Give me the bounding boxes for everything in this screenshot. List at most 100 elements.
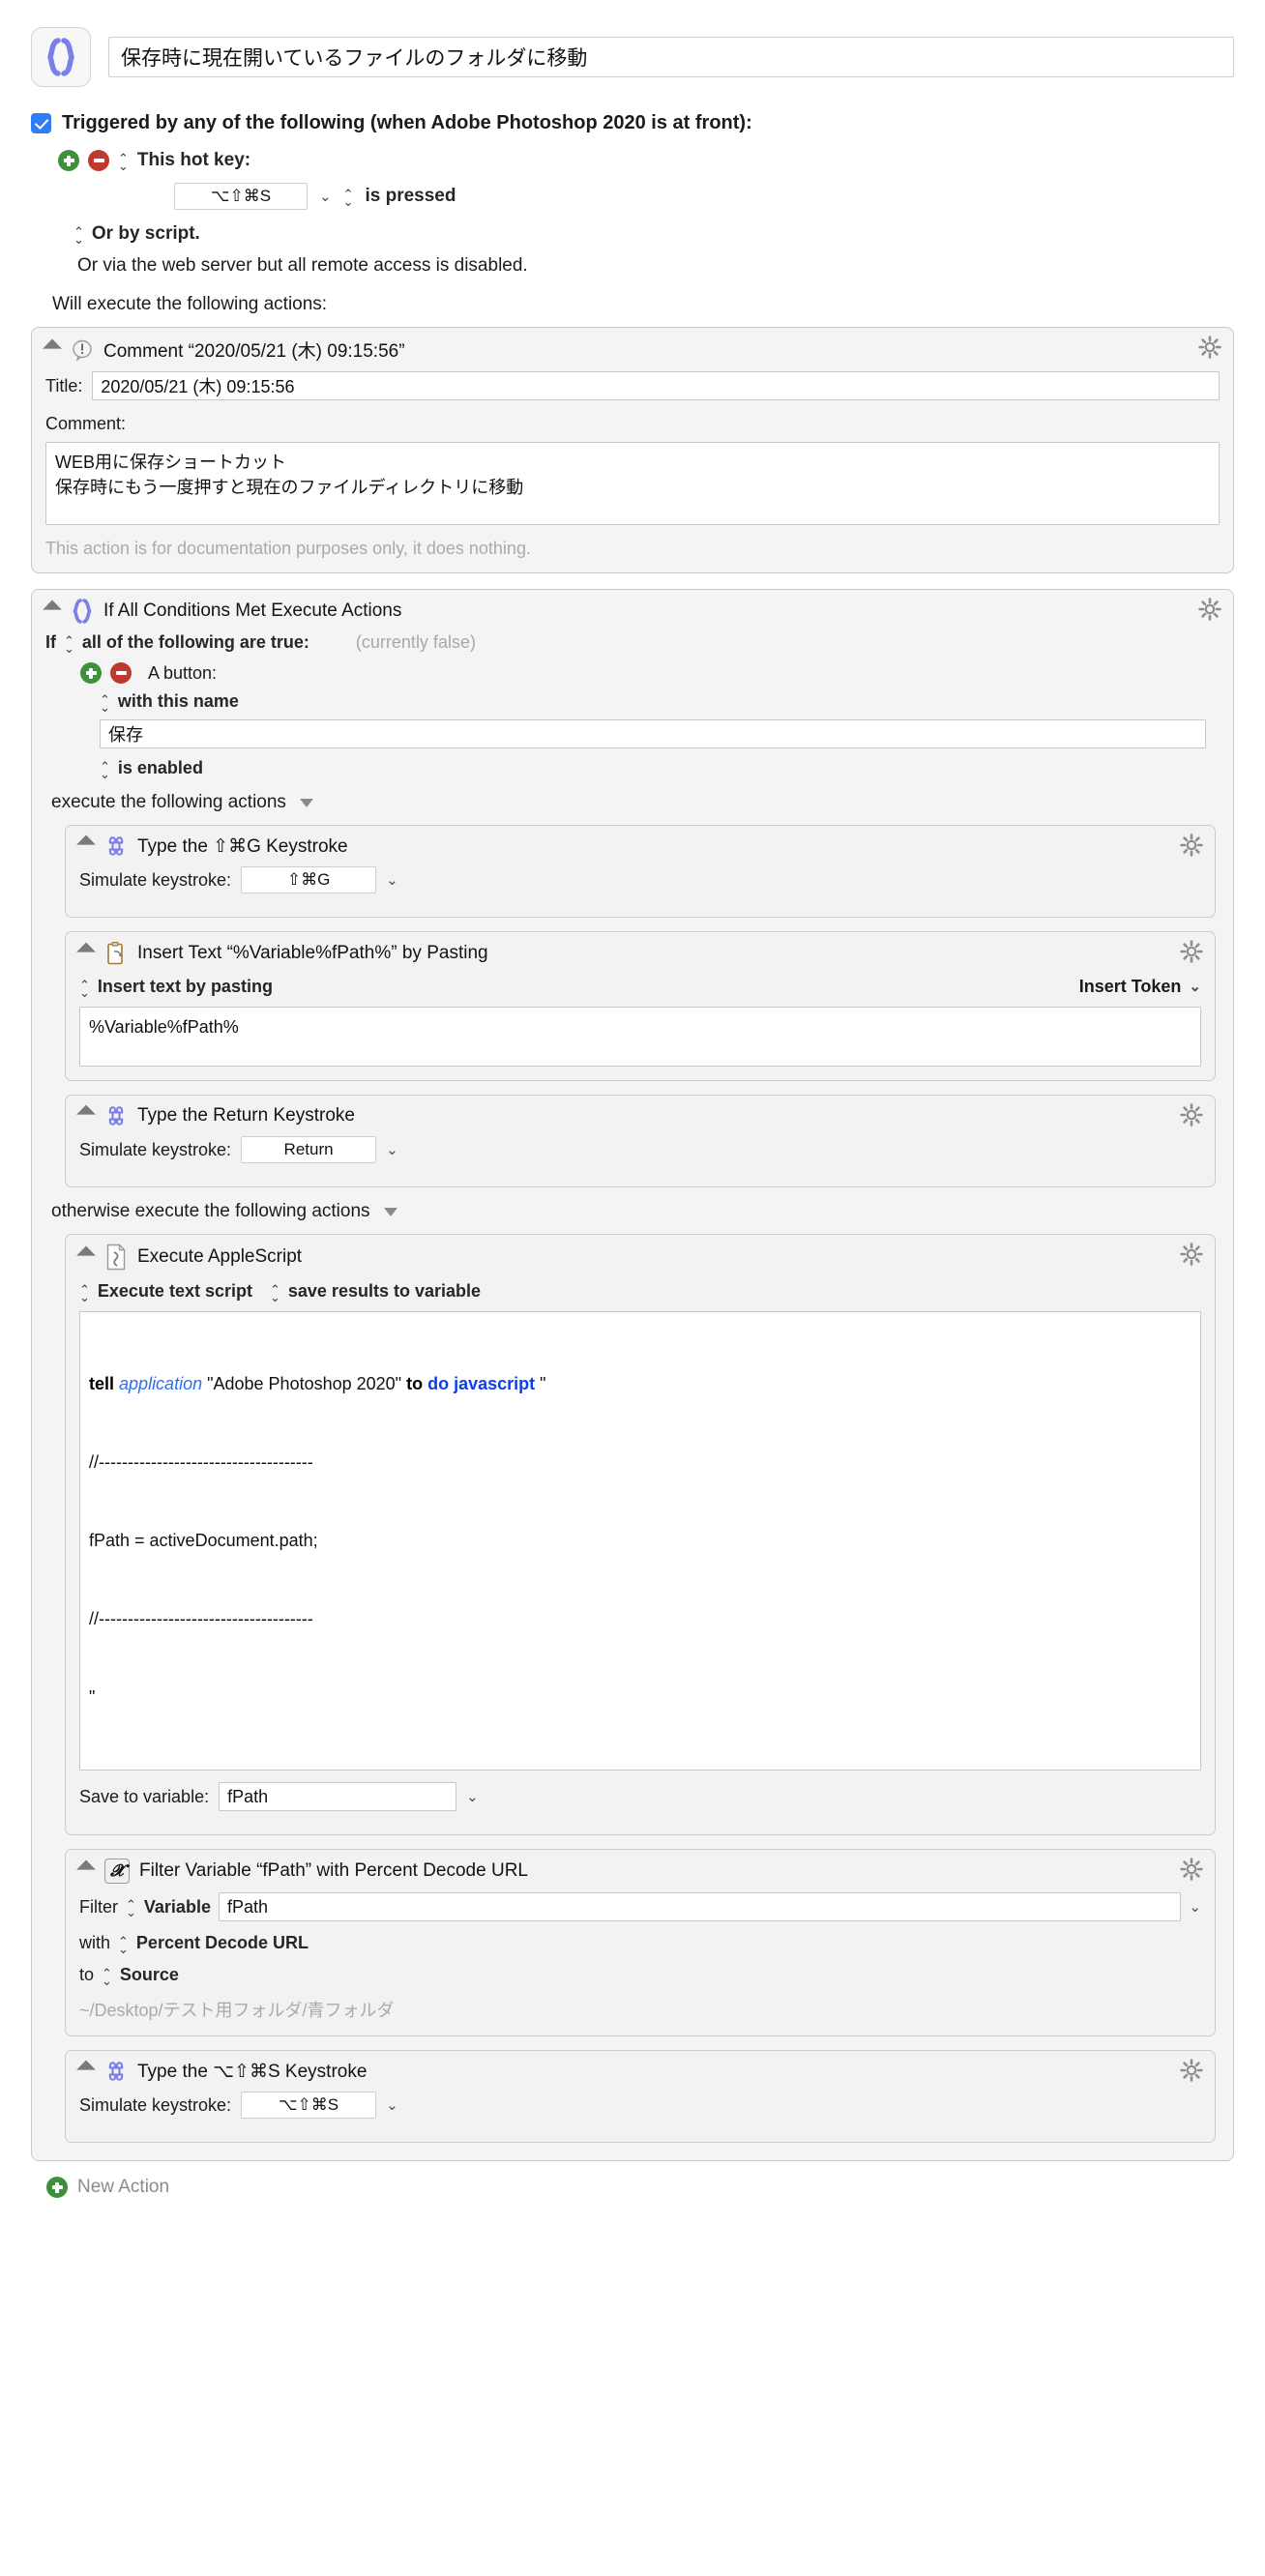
remove-trigger-icon[interactable] [88,150,109,171]
gear-icon[interactable] [1180,1103,1203,1127]
save-to-variable-input[interactable]: fPath [219,1782,457,1811]
action-insert-text[interactable]: Insert Text “%Variable%fPath%” by Pastin… [65,931,1216,1081]
braces-icon [73,599,92,624]
filter-variable-chevron-down-icon[interactable]: ⌄ [1189,1900,1201,1915]
gear-icon[interactable] [1180,1243,1203,1266]
action-if-all-conditions[interactable]: If All Conditions Met Execute Actions If… [31,589,1234,2161]
action-type-shift-cmd-g[interactable]: Type the ⇧⌘G Keystroke Simulate keystrok… [65,825,1216,918]
otherwise-execute-row[interactable]: otherwise execute the following actions [51,1201,1220,1222]
disclosure-triangle-icon[interactable] [76,1859,96,1880]
add-trigger-icon[interactable] [58,150,79,171]
trigger-checkbox[interactable] [31,113,51,133]
hotkey-input[interactable]: ⌥⇧⌘S [174,183,308,210]
type-return-header[interactable]: Type the Return Keystroke [66,1096,1215,1134]
hotkey-chevron-down-icon[interactable]: ⌄ [319,190,332,204]
gear-icon[interactable] [1180,1858,1203,1881]
gear-icon[interactable] [1180,940,1203,963]
type-s-header[interactable]: Type the ⌥⇧⌘S Keystroke [66,2051,1215,2090]
disclosure-triangle-icon[interactable] [76,834,96,855]
insert-token-button[interactable]: Insert Token ⌄ [1079,977,1201,997]
insert-text-header[interactable]: Insert Text “%Variable%fPath%” by Pastin… [66,932,1215,973]
filter-destination-stepper-icon[interactable]: ⌃ ⌄ [102,1967,112,1987]
disclosure-triangle-icon[interactable] [43,600,62,620]
filter-source-stepper-icon[interactable]: ⌃ ⌄ [126,1898,136,1918]
trigger-enabled-row[interactable]: Triggered by any of the following (when … [31,112,1234,134]
comment-action-title: Comment “2020/05/21 (木) 09:15:56” [103,341,405,362]
new-action-plus-icon[interactable] [46,2177,68,2198]
gear-icon[interactable] [1180,834,1203,857]
or-by-script-label: Or by script. [91,223,200,244]
gear-icon[interactable] [1198,598,1221,621]
type-s-keystroke-input[interactable]: ⌥⇧⌘S [241,2092,377,2119]
applescript-header[interactable]: Execute AppleScript [66,1235,1215,1277]
clipboard-paste-icon [107,942,123,965]
disclosure-triangle-icon[interactable] [76,942,96,962]
hotkey-condition-stepper-icon[interactable]: ⌃ ⌄ [343,188,354,208]
braces-icon-svg [47,38,74,76]
add-condition-icon[interactable] [80,662,102,684]
macro-name-input[interactable]: 保存時に現在開いているファイルのフォルダに移動 [108,37,1234,77]
comment-title-input[interactable]: 2020/05/21 (木) 09:15:56 [92,371,1220,400]
gear-icon[interactable] [1198,336,1221,359]
condition-state-stepper-icon[interactable]: ⌃ ⌄ [100,760,110,780]
filter-destination-label: Source [119,1965,179,1984]
will-execute-label: Will execute the following actions: [52,294,328,314]
script-result-stepper-icon[interactable]: ⌃ ⌄ [270,1283,280,1303]
remove-condition-icon[interactable] [110,662,132,684]
action-filter-variable[interactable]: 𝓧 Filter Variable “fPath” with Percent D… [65,1849,1216,2036]
condition-state-label: is enabled [117,758,203,777]
comment-action-header[interactable]: Comment “2020/05/21 (木) 09:15:56” [32,328,1233,369]
applescript-code-textarea[interactable]: tell application "Adobe Photoshop 2020" … [79,1311,1201,1771]
code-kw-to: to [406,1374,424,1393]
insert-mode-stepper-icon[interactable]: ⌃ ⌄ [79,979,90,999]
gear-icon[interactable] [1180,2059,1203,2082]
new-action-row[interactable]: New Action [46,2177,1234,2198]
if-action-header[interactable]: If All Conditions Met Execute Actions [32,590,1233,630]
macro-editor-page: 保存時に現在開いているファイルのフォルダに移動 Triggered by any… [0,0,1265,2237]
type-s-keystroke-row: Simulate keystroke: ⌥⇧⌘S ⌄ [79,2092,1201,2119]
otherwise-execute-label: otherwise execute the following actions [51,1201,370,1221]
condition-mode-stepper-icon[interactable]: ⌃ ⌄ [64,634,74,655]
disclosure-triangle-icon[interactable] [76,1104,96,1125]
condition-match-label: with this name [117,691,239,711]
type-return-field-label: Simulate keystroke: [79,1139,232,1159]
type-g-chevron-down-icon[interactable]: ⌄ [386,873,398,888]
type-g-keystroke-input[interactable]: ⇧⌘G [241,866,377,893]
then-disclosure-icon[interactable] [299,798,313,807]
condition-match-stepper-icon[interactable]: ⌃ ⌄ [100,693,110,714]
insert-token-chevron-down-icon: ⌄ [1189,979,1201,995]
hotkey-condition-label: is pressed [365,186,456,206]
to-label: to [79,1965,95,1984]
filter-variable-value: fPath [226,1896,268,1917]
action-execute-applescript[interactable]: Execute AppleScript ⌃ ⌄ Execute text scr… [65,1234,1216,1835]
applescript-mode-row: ⌃ ⌄ Execute text script ⌃ ⌄ save results t… [79,1281,1201,1303]
filter-variable-header[interactable]: 𝓧 Filter Variable “fPath” with Percent D… [66,1850,1215,1890]
trigger-type-stepper-icon[interactable]: ⌃ ⌄ [118,152,129,172]
insert-text-textarea[interactable]: %Variable%fPath% [79,1007,1201,1067]
script-mode-stepper-icon[interactable]: ⌃ ⌄ [79,1283,90,1303]
filter-variable-body: Filter ⌃ ⌄ Variable fPath ⌄ with ⌃ ⌄ Perce… [66,1890,1215,2035]
type-return-keystroke-input[interactable]: Return [241,1136,377,1163]
disclosure-triangle-icon[interactable] [76,2060,96,2080]
type-g-header[interactable]: Type the ⇧⌘G Keystroke [66,826,1215,864]
disclosure-triangle-icon[interactable] [43,338,62,358]
condition-value-input[interactable]: 保存 [100,719,1206,748]
save-variable-chevron-down-icon[interactable]: ⌄ [466,1790,479,1804]
then-execute-row[interactable]: execute the following actions [51,792,1220,813]
condition-state-row: ⌃ ⌄ is enabled [100,758,1220,780]
macro-braces-icon[interactable] [31,27,91,87]
type-s-chevron-down-icon[interactable]: ⌄ [386,2098,398,2113]
script-trigger-stepper-icon[interactable]: ⌃ ⌄ [74,225,84,246]
action-type-return[interactable]: Type the Return Keystroke Simulate keyst… [65,1095,1216,1187]
action-comment[interactable]: Comment “2020/05/21 (木) 09:15:56” Title:… [31,327,1234,573]
comment-body-textarea[interactable]: WEB用に保存ショートカット 保存時にもう一度押すと現在のファイルディレクトリに… [45,442,1220,525]
insert-mode-group: ⌃ ⌄ Insert text by pasting [79,977,273,999]
filter-type-stepper-icon[interactable]: ⌃ ⌄ [118,1935,129,1955]
filter-variable-input[interactable]: fPath [218,1892,1182,1921]
otherwise-disclosure-icon[interactable] [383,1207,397,1216]
insert-mode-label: Insert text by pasting [97,977,273,996]
type-return-chevron-down-icon[interactable]: ⌄ [386,1143,398,1157]
insert-text-body: ⌃ ⌄ Insert text by pasting Insert Token ⌄… [66,973,1215,1080]
disclosure-triangle-icon[interactable] [76,1245,96,1266]
action-type-opt-shift-cmd-s[interactable]: Type the ⌥⇧⌘S Keystroke Simulate keystro… [65,2050,1216,2143]
